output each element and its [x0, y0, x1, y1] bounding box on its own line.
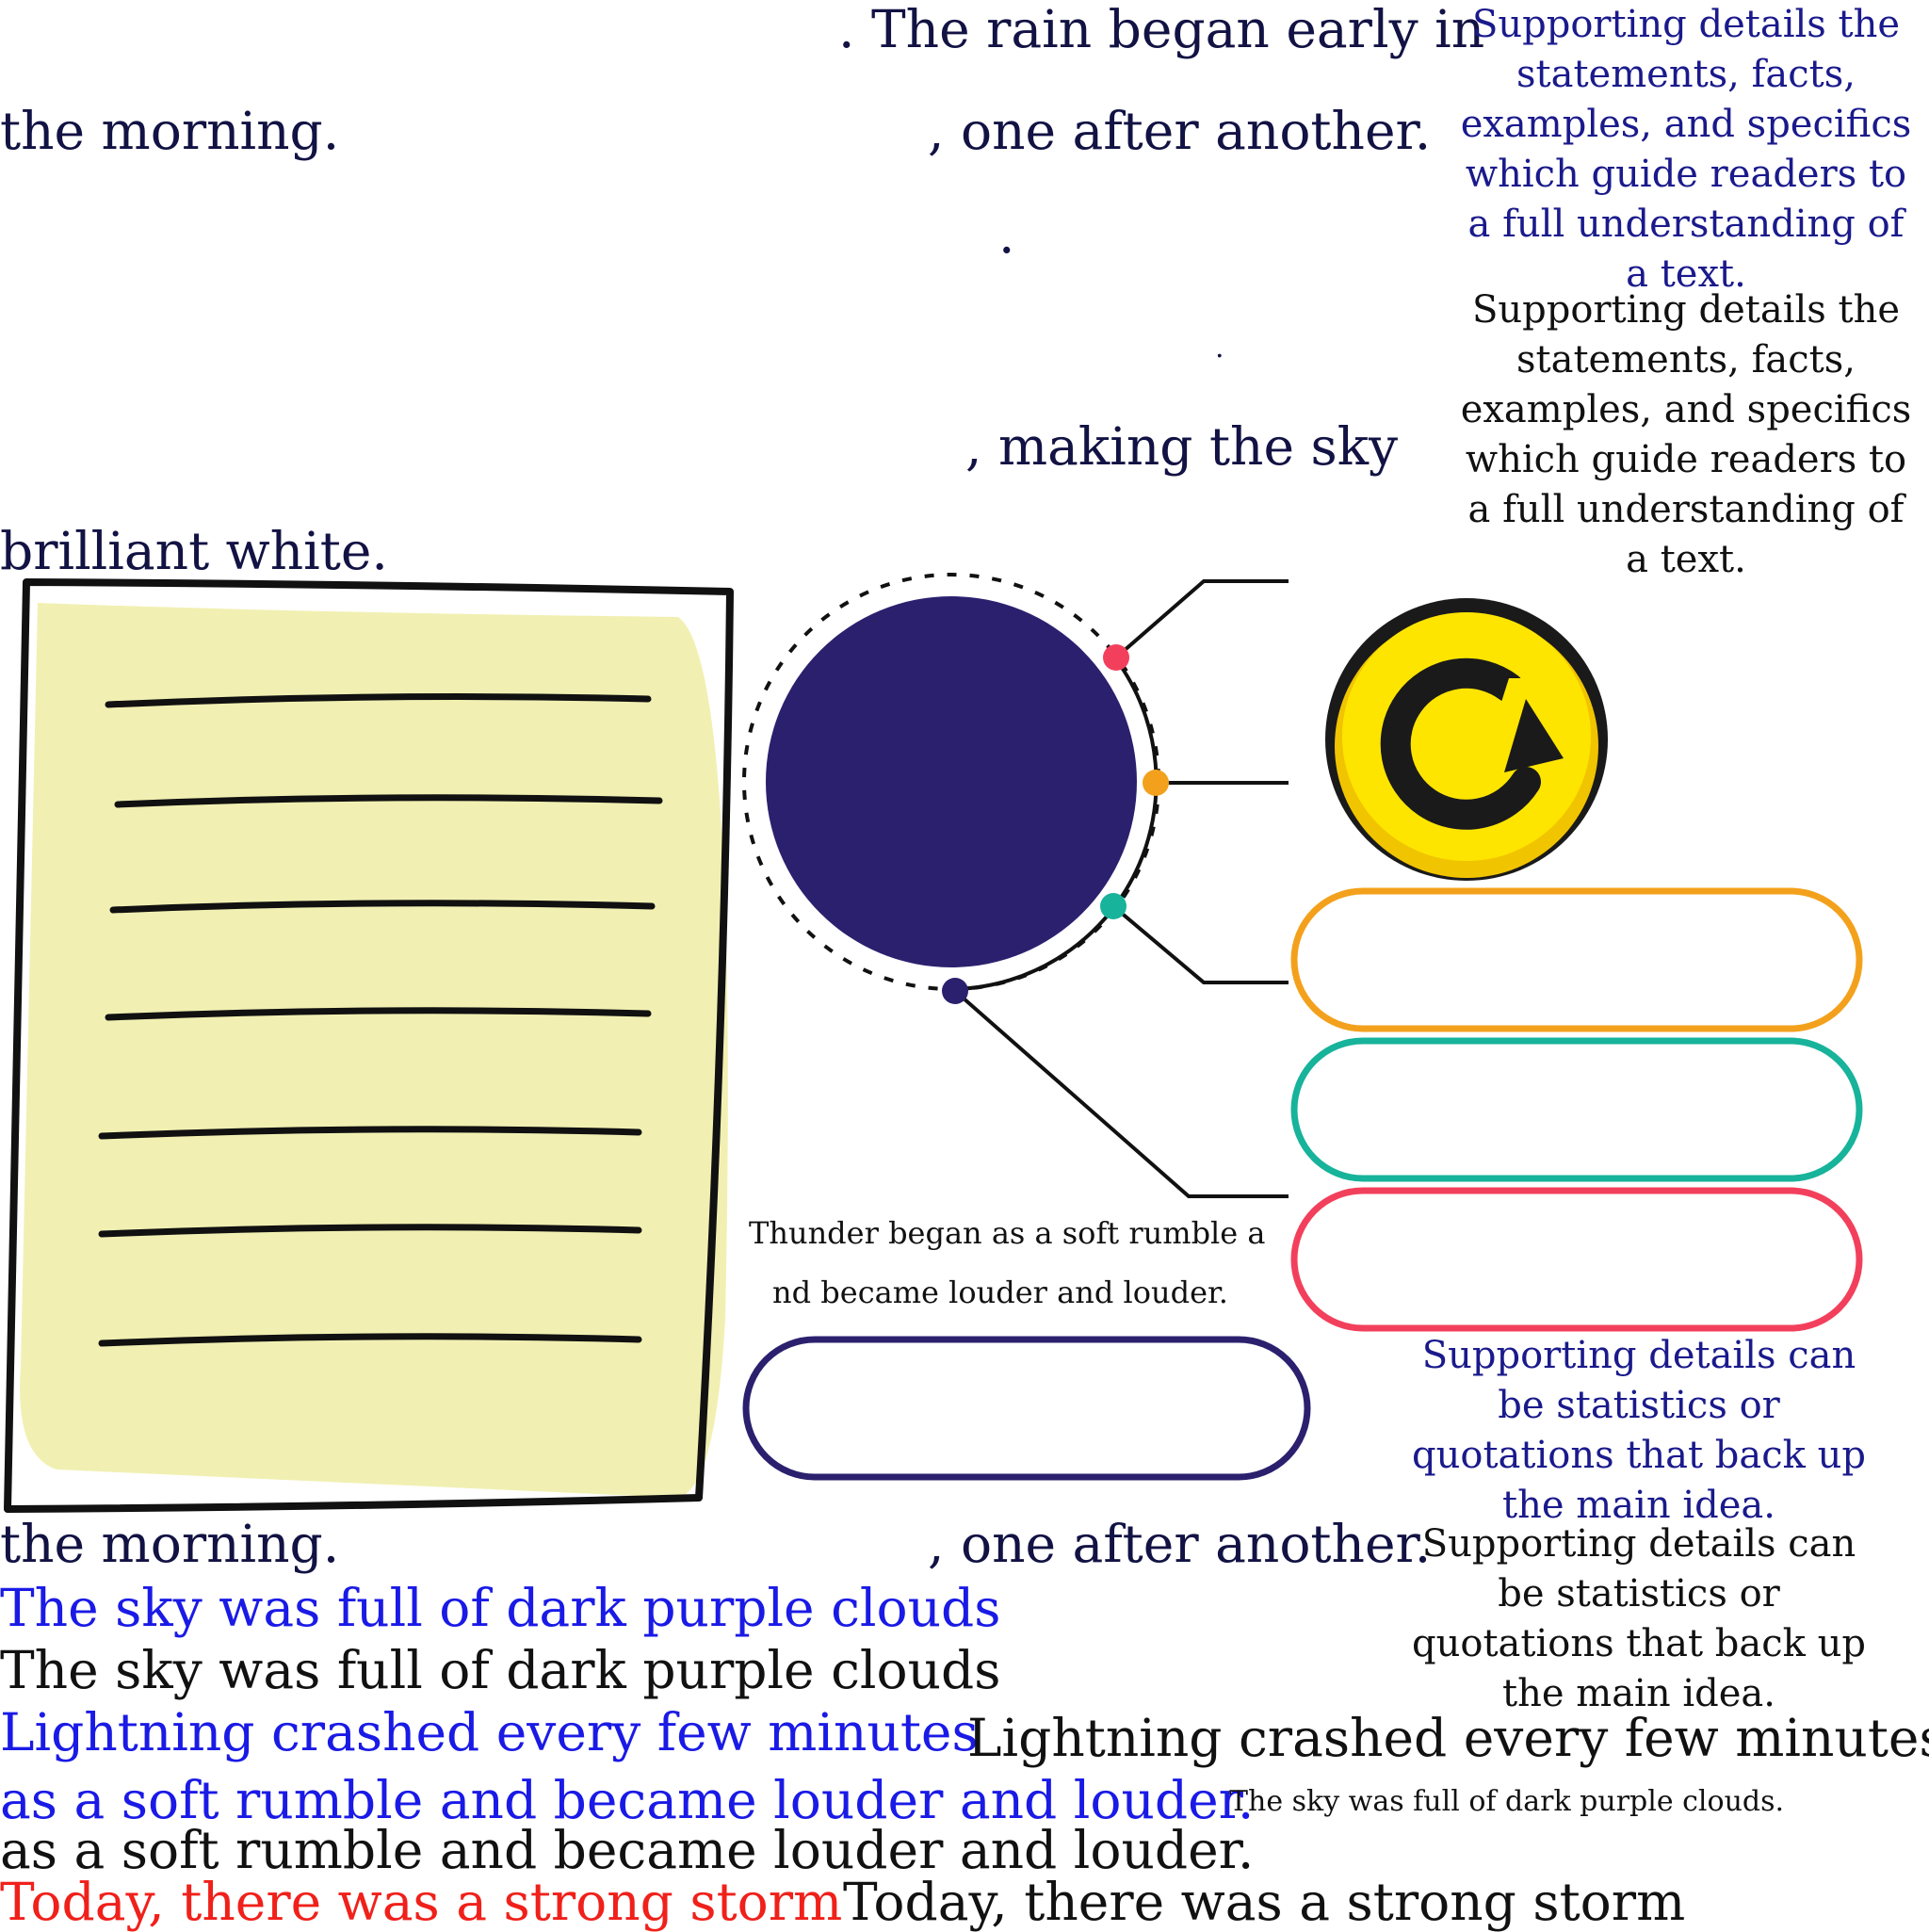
sky-line-small: The sky was full of dark purple clouds.	[1229, 1785, 1785, 1818]
paper-illustration	[4, 578, 734, 1513]
storm-line-red: Today, there was a strong storm	[0, 1872, 843, 1932]
refresh-icon	[1325, 598, 1608, 881]
thunder-caption-line-1: Thunder began as a soft rumble a	[749, 1215, 1266, 1251]
thunder-caption-line-2: nd became louder and louder.	[772, 1274, 1228, 1310]
rumble-line-blue: as a soft rumble and became louder and l…	[0, 1770, 1255, 1830]
mind-map-hub	[742, 573, 1289, 1198]
bottom-line-one-after-another: , one after another.	[928, 1514, 1432, 1574]
storm-line-black: Today, there was a strong storm	[843, 1872, 1686, 1932]
bottom-line-morning: the morning.	[0, 1514, 340, 1574]
sky-line-blue: The sky was full of dark purple clouds	[0, 1578, 1001, 1638]
lightning-line-blue: Lightning crashed every few minutes	[0, 1702, 979, 1762]
refresh-button[interactable]	[1321, 593, 1613, 885]
pill-teal	[1290, 1037, 1863, 1182]
pill-orange	[1290, 887, 1863, 1032]
rumble-line-black: as a soft rumble and became louder and l…	[0, 1820, 1255, 1880]
pill-navy	[742, 1336, 1311, 1481]
sky-line-black: The sky was full of dark purple clouds	[0, 1640, 1001, 1700]
pill-pink	[1290, 1187, 1863, 1332]
lightning-line-black: Lightning crashed every few minutes	[967, 1708, 1929, 1768]
